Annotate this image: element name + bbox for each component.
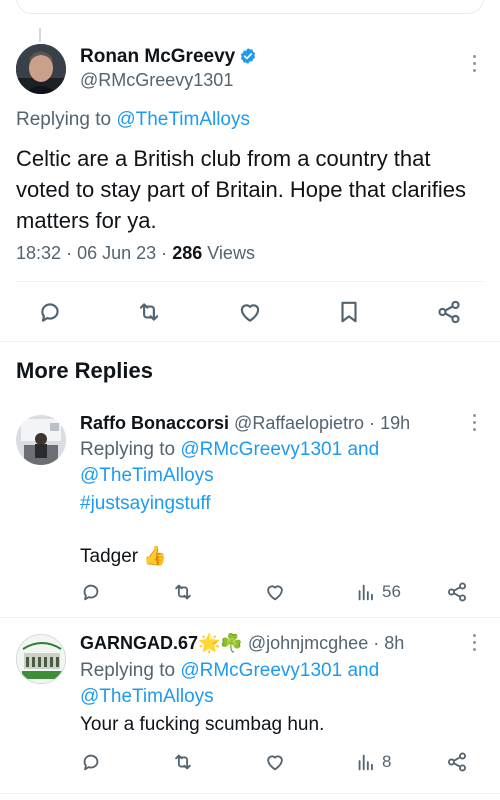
retweet-button[interactable]: [172, 577, 194, 607]
like-button[interactable]: [264, 577, 286, 607]
replying-prefix: Replying to: [16, 109, 117, 130]
mention-link[interactable]: @TheTimAlloys: [80, 686, 214, 707]
mention-link[interactable]: @RMcGreevy1301: [180, 660, 342, 681]
avatar-image: [17, 635, 65, 683]
retweet-icon: [175, 754, 191, 770]
and-word: and: [342, 660, 380, 681]
mention-link[interactable]: @TheTimAlloys: [80, 465, 214, 486]
reply-age[interactable]: 19h: [380, 413, 410, 433]
replying-to-line-2: @TheTimAlloys: [80, 465, 214, 487]
tweet-actions: [0, 297, 500, 327]
verified-badge-icon: [239, 47, 257, 71]
reply-icon: [41, 303, 59, 322]
author-name[interactable]: GARNGAD.67🌟☘️: [80, 633, 243, 653]
views-button[interactable]: 56: [355, 577, 401, 607]
tweet-date[interactable]: 06 Jun 23: [77, 243, 156, 263]
views-count: 8: [382, 752, 392, 771]
share-button[interactable]: [446, 577, 468, 607]
views-label: Views: [207, 243, 255, 263]
reply-age[interactable]: 8h: [384, 633, 404, 653]
tweet-time[interactable]: 18:32: [16, 243, 61, 263]
views-count: 286: [172, 243, 203, 263]
retweet-icon: [139, 303, 159, 321]
like-icon: [240, 304, 260, 322]
retweet-button[interactable]: [136, 297, 162, 327]
previous-tweet-card: [16, 0, 484, 14]
avatar[interactable]: [16, 634, 66, 684]
share-button[interactable]: [446, 747, 468, 777]
more-options-icon[interactable]: [471, 414, 477, 434]
like-button[interactable]: [237, 297, 263, 327]
hashtag-link[interactable]: #justsayingstuff: [80, 493, 211, 515]
share-icon: [438, 300, 460, 324]
more-options-icon[interactable]: [471, 55, 477, 75]
retweet-icon: [175, 584, 191, 600]
like-button[interactable]: [264, 747, 286, 777]
views-count: 56: [382, 582, 401, 601]
author-name[interactable]: Ronan McGreevy: [80, 46, 235, 67]
reply-button[interactable]: [37, 297, 63, 327]
replying-to-line: Replying to @RMcGreevy1301 and: [80, 439, 379, 461]
divider: [0, 341, 500, 342]
retweet-button[interactable]: [172, 747, 194, 777]
replying-prefix: Replying to: [80, 439, 181, 460]
divider: [0, 793, 500, 794]
reply-text: Tadger 👍: [80, 546, 168, 567]
mention-link[interactable]: @RMcGreevy1301: [180, 439, 342, 460]
reply-icon: [83, 584, 99, 601]
author-handle[interactable]: @Raffaelopietro: [234, 413, 364, 433]
reply-header: Raffo Bonaccorsi @Raffaelopietro · 19h: [80, 413, 410, 434]
author-handle[interactable]: @johnjmcghee: [248, 633, 368, 653]
replying-to-line: Replying to @RMcGreevy1301 and: [80, 660, 379, 682]
reply-actions: 56: [0, 577, 500, 607]
avatar[interactable]: [16, 44, 66, 94]
views-button[interactable]: 8: [355, 747, 391, 777]
meta-separator: ·: [66, 243, 73, 263]
reply-header: GARNGAD.67🌟☘️ @johnjmcghee · 8h: [80, 633, 404, 654]
replying-prefix: Replying to: [80, 660, 181, 681]
tweet-text: Celtic are a British club from a country…: [16, 146, 467, 233]
reply-button[interactable]: [80, 577, 102, 607]
like-icon: [267, 585, 283, 601]
share-button[interactable]: [436, 297, 462, 327]
meta-separator: ·: [161, 243, 168, 263]
more-options-icon[interactable]: [471, 634, 477, 654]
reply-button[interactable]: [80, 747, 102, 777]
reply-text: Your a fucking scumbag hun.: [80, 714, 325, 735]
bookmark-button[interactable]: [336, 297, 362, 327]
views-icon: [358, 754, 373, 771]
author-name-row[interactable]: Ronan McGreevy: [80, 46, 257, 71]
replying-to-line: Replying to @TheTimAlloys: [16, 109, 250, 131]
bookmark-icon: [341, 301, 357, 323]
avatar-image: [16, 44, 66, 94]
author-handle[interactable]: @RMcGreevy1301: [80, 70, 233, 91]
and-word: and: [342, 439, 380, 460]
share-icon: [448, 752, 466, 772]
tweet-meta: 18:32 · 06 Jun 23 · 286 Views: [16, 243, 255, 264]
meta-separator: ·: [373, 633, 380, 653]
like-icon: [267, 755, 283, 771]
replying-to-line-2: @TheTimAlloys: [80, 686, 214, 708]
section-title: More Replies: [16, 358, 153, 383]
views-icon: [358, 584, 373, 601]
meta-separator: ·: [369, 413, 376, 433]
author-name[interactable]: Raffo Bonaccorsi: [80, 413, 229, 433]
avatar[interactable]: [16, 415, 66, 465]
avatar-image: [16, 415, 66, 465]
thread-connector-line: [39, 28, 41, 42]
share-icon: [448, 582, 466, 602]
divider: [16, 281, 484, 282]
reply-actions: 8: [0, 747, 500, 777]
divider: [0, 617, 500, 618]
reply-icon: [83, 754, 99, 771]
mention-link[interactable]: @TheTimAlloys: [116, 109, 250, 130]
